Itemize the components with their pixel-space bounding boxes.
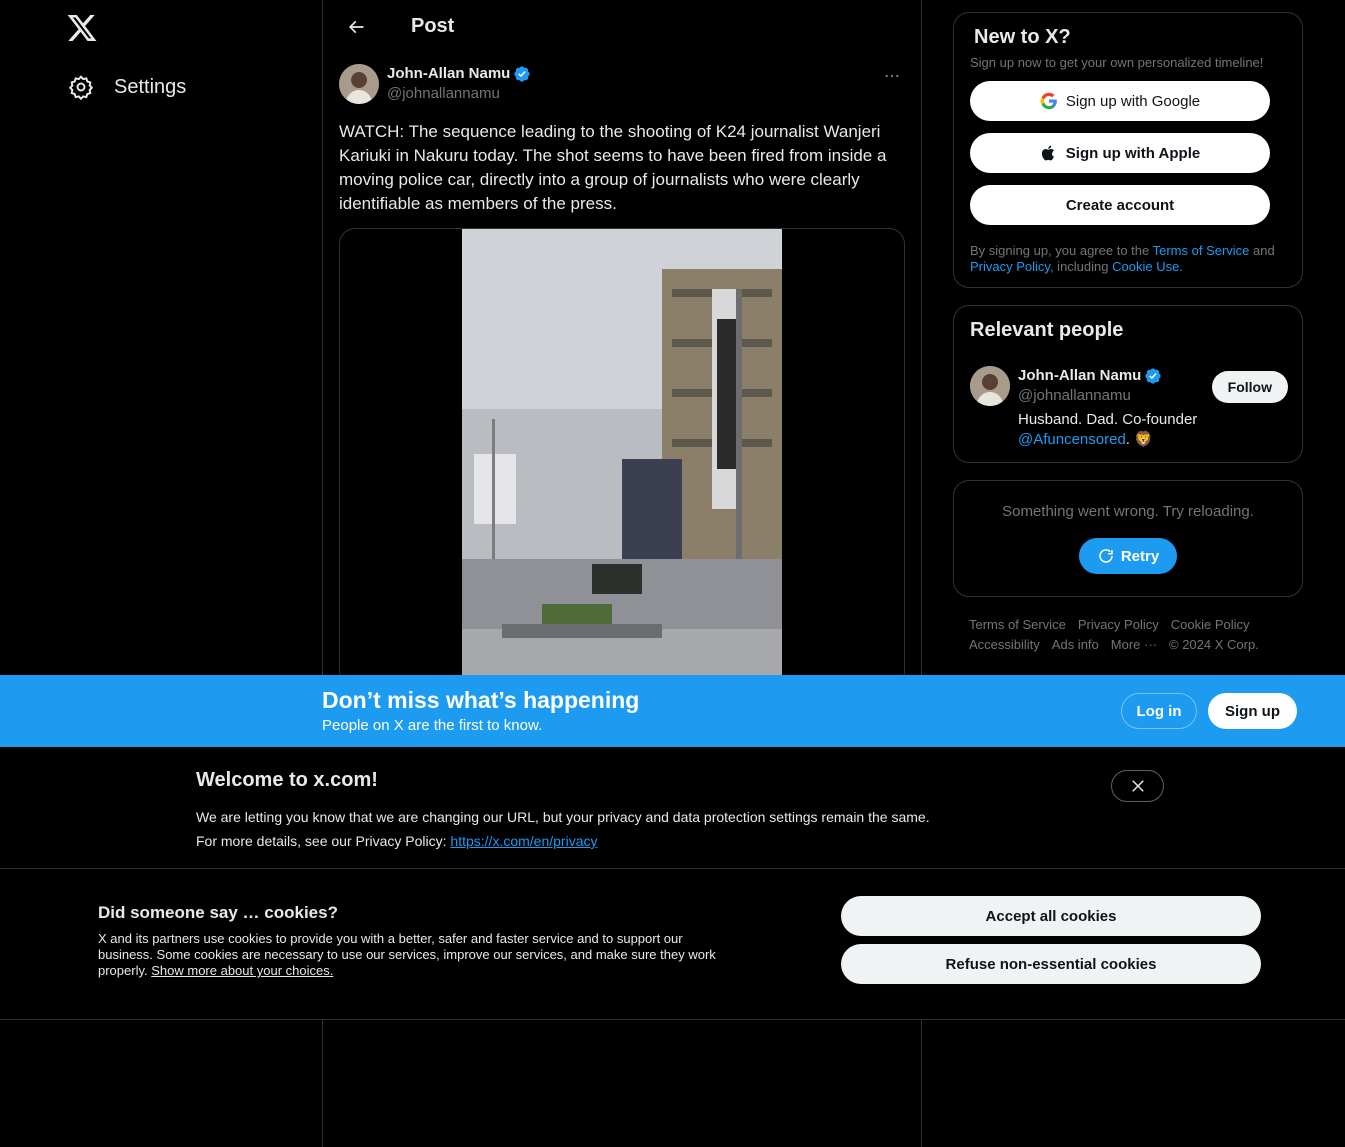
avatar[interactable] <box>339 64 379 104</box>
login-bar-subtitle: People on X are the first to know. <box>322 717 543 734</box>
relevant-person-handle[interactable]: @johnallannamu <box>1018 386 1197 406</box>
post-text: WATCH: The sequence leading to the shoot… <box>339 122 887 213</box>
footer-terms-link[interactable]: Terms of Service <box>969 615 1066 635</box>
welcome-text: We are letting you know that we are chan… <box>196 805 996 853</box>
cookie-choices-link[interactable]: Show more about your choices. <box>151 963 333 978</box>
post-video[interactable] <box>339 228 905 688</box>
footer-copyright: © 2024 X Corp. <box>1169 637 1259 652</box>
follow-button[interactable]: Follow <box>1211 371 1288 403</box>
bio-mention-link[interactable]: @Afuncensored <box>1018 431 1126 448</box>
video-thumbnail <box>462 229 782 687</box>
welcome-line2: For more details, see our Privacy Policy… <box>196 833 451 849</box>
relevant-people-card: Relevant people John-Allan Namu @johnall… <box>953 305 1303 463</box>
privacy-url-link[interactable]: https://x.com/en/privacy <box>450 833 597 849</box>
apple-icon <box>1041 145 1054 161</box>
retry-label: Retry <box>1120 547 1160 565</box>
main-header: Post <box>323 0 921 53</box>
google-icon <box>1040 92 1057 110</box>
author-handle[interactable]: @johnallannamu <box>387 84 531 104</box>
signup-card: New to X? Sign up now to get your own pe… <box>953 12 1303 288</box>
arrow-left-icon <box>348 20 364 33</box>
retry-button[interactable]: Retry <box>1079 538 1177 574</box>
signup-legal: By signing up, you agree to the Terms of… <box>970 243 1286 275</box>
relevant-people-title: Relevant people <box>970 319 1124 341</box>
footer-privacy-link[interactable]: Privacy Policy <box>1078 615 1159 635</box>
refresh-icon <box>1099 549 1113 563</box>
login-button[interactable]: Log in <box>1121 693 1197 729</box>
nav-settings[interactable]: Settings <box>56 64 198 110</box>
create-account-label: Create account <box>1065 196 1175 214</box>
signup-card-title: New to X? <box>974 26 1071 48</box>
back-button[interactable] <box>339 10 373 44</box>
error-message: Something went wrong. Try reloading. <box>1002 503 1254 520</box>
footer-cookie-link[interactable]: Cookie Policy <box>1171 615 1250 635</box>
ellipsis-icon <box>885 74 899 78</box>
nav-settings-label: Settings <box>114 75 187 98</box>
cookie-banner: Did someone say … cookies? X and its par… <box>0 868 1345 1020</box>
welcome-line1: We are letting you know that we are chan… <box>196 809 930 825</box>
signup-card-subtitle: Sign up now to get your own personalized… <box>970 55 1264 70</box>
terms-link[interactable]: Terms of Service <box>1153 243 1250 258</box>
cookie-text: X and its partners use cookies to provid… <box>98 931 738 979</box>
gear-icon <box>68 74 94 101</box>
welcome-banner: Welcome to x.com! We are letting you kno… <box>0 747 1345 868</box>
footer-more-link[interactable]: More ··· <box>1111 635 1157 655</box>
cookie-title: Did someone say … cookies? <box>98 903 338 922</box>
signup-google-label: Sign up with Google <box>1065 92 1201 110</box>
accept-cookies-button[interactable]: Accept all cookies <box>841 896 1261 936</box>
post: John-Allan Namu @johnallannamu WATCH: Th… <box>339 64 907 688</box>
close-icon <box>1131 780 1144 792</box>
more-options-button[interactable] <box>877 64 907 88</box>
legal-including: , including <box>1049 259 1113 274</box>
cookie-use-link[interactable]: Cookie Use. <box>1112 259 1183 274</box>
login-bar-title: Don’t miss what’s happening <box>322 687 640 713</box>
login-bar: Don’t miss what’s happening People on X … <box>0 675 1345 747</box>
footer-links: Terms of Service Privacy Policy Cookie P… <box>953 615 1303 655</box>
page-title: Post <box>411 15 455 37</box>
privacy-link[interactable]: Privacy Policy <box>970 259 1050 274</box>
signup-apple-label: Sign up with Apple <box>1065 144 1201 162</box>
right-sidebar: New to X? Sign up now to get your own pe… <box>953 12 1303 655</box>
bio-suffix: . 🦁 <box>1125 431 1153 448</box>
bio-text: Husband. Dad. Co-founder <box>1018 411 1198 428</box>
relevant-person-name[interactable]: John-Allan Namu <box>1018 366 1141 386</box>
avatar[interactable] <box>970 366 1010 406</box>
footer-ads-link[interactable]: Ads info <box>1052 635 1099 655</box>
error-card: Something went wrong. Try reloading. Ret… <box>953 480 1303 597</box>
verified-badge-icon <box>514 66 531 82</box>
x-logo-icon[interactable] <box>66 12 98 44</box>
author-name[interactable]: John-Allan Namu <box>387 64 510 84</box>
verified-badge-icon <box>1145 368 1162 384</box>
signup-apple-button[interactable]: Sign up with Apple <box>970 133 1270 173</box>
welcome-title: Welcome to x.com! <box>196 769 378 791</box>
legal-prefix: By signing up, you agree to the <box>970 243 1153 258</box>
relevant-person-bio: Husband. Dad. Co-founder @Afuncensored. … <box>1018 410 1197 450</box>
signup-google-button[interactable]: Sign up with Google <box>970 81 1270 121</box>
refuse-cookies-button[interactable]: Refuse non-essential cookies <box>841 944 1261 984</box>
legal-and: and <box>1249 243 1275 258</box>
footer-accessibility-link[interactable]: Accessibility <box>969 635 1040 655</box>
signup-button[interactable]: Sign up <box>1208 693 1297 729</box>
create-account-button[interactable]: Create account <box>970 185 1270 225</box>
close-button[interactable] <box>1111 770 1164 802</box>
post-header: John-Allan Namu @johnallannamu <box>339 64 907 106</box>
